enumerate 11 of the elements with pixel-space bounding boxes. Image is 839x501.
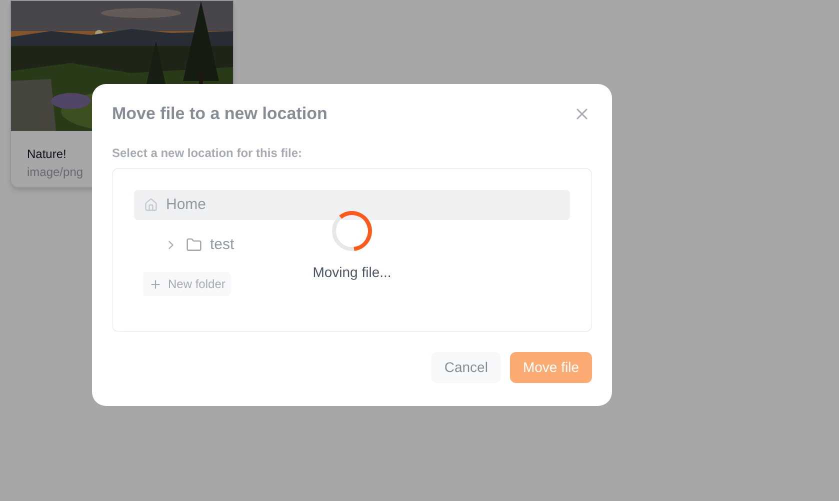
tree-label: Home bbox=[166, 194, 206, 215]
file-name: Nature! bbox=[27, 146, 66, 163]
tree-label: test bbox=[210, 234, 234, 255]
loading-text: Moving file... bbox=[312, 263, 392, 282]
location-label: Select a new location for this file: bbox=[112, 145, 304, 162]
loading-spinner-icon bbox=[331, 210, 373, 252]
dialog-title: Move file to a new location bbox=[112, 103, 328, 126]
plus-icon bbox=[149, 278, 162, 290]
home-icon bbox=[144, 198, 158, 212]
folder-icon bbox=[186, 237, 202, 253]
file-type: image/png bbox=[27, 164, 84, 181]
